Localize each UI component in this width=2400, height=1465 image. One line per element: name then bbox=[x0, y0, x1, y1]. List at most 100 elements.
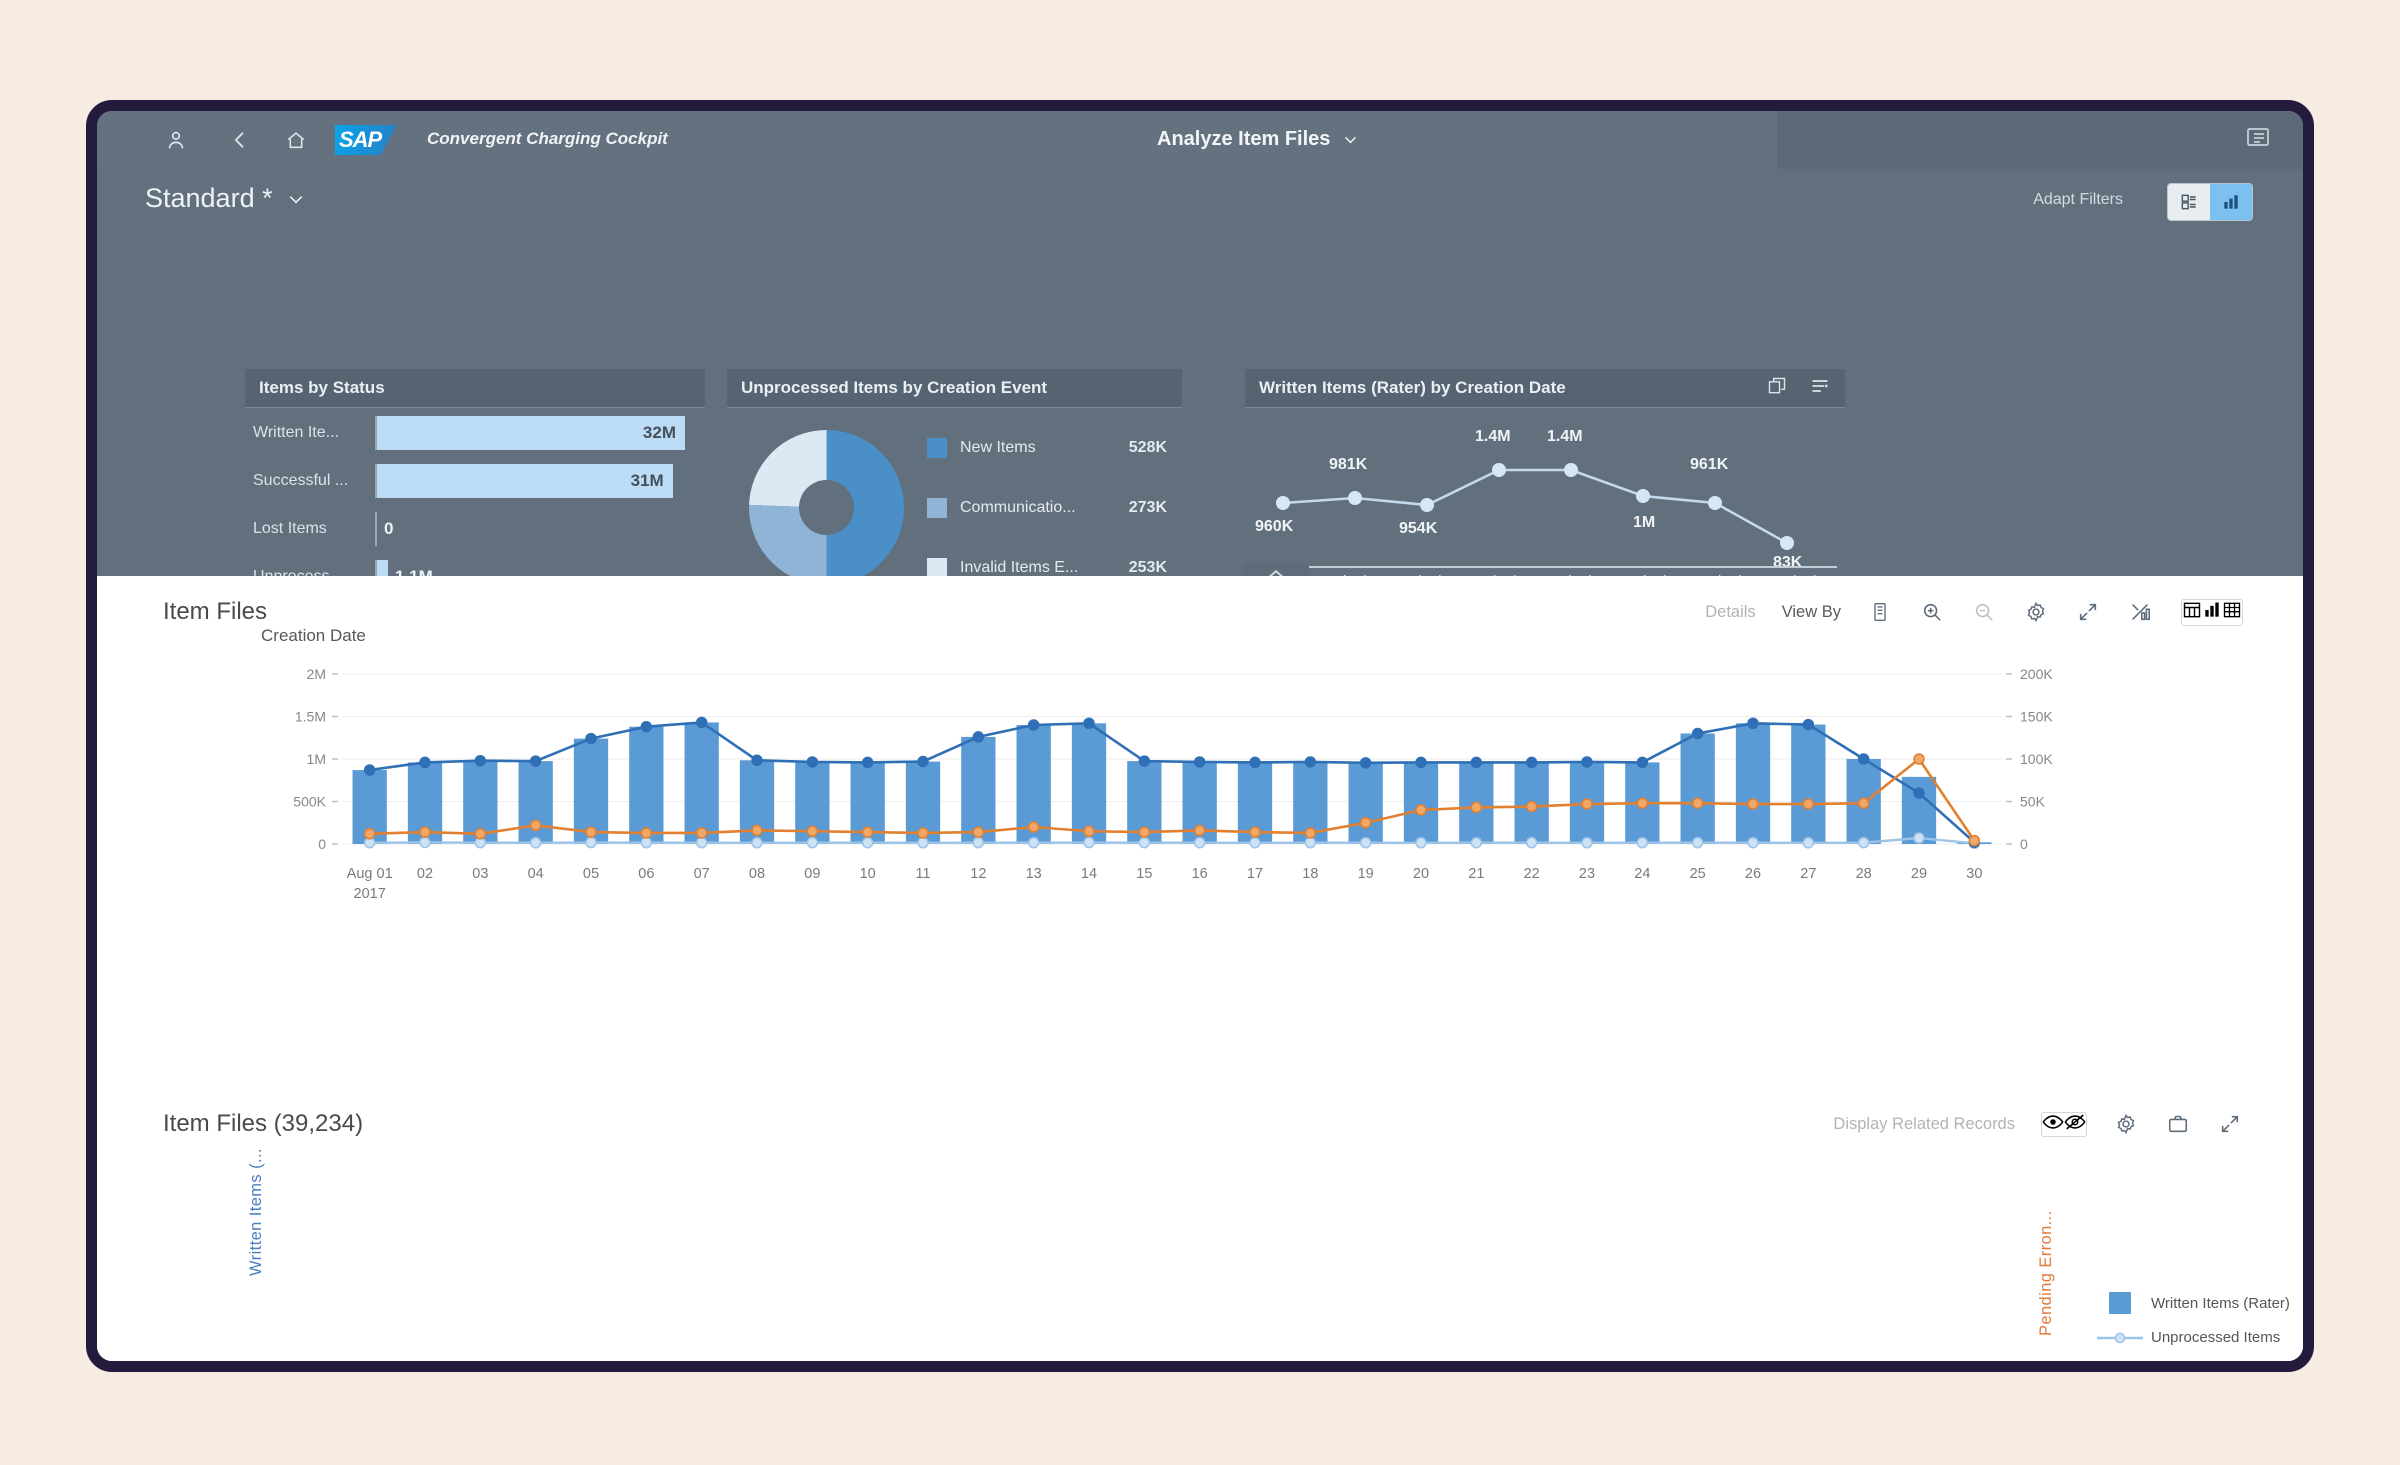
donut-legend-item[interactable]: Communicatio... 273K bbox=[927, 498, 1167, 518]
fullscreen-icon[interactable] bbox=[2075, 599, 2101, 625]
zoom-in-icon[interactable] bbox=[1919, 599, 1945, 625]
adapt-filters-button[interactable]: Adapt Filters bbox=[2033, 191, 2123, 209]
chart-point[interactable] bbox=[806, 825, 819, 837]
chart-point[interactable] bbox=[1138, 836, 1151, 849]
chart-point[interactable] bbox=[1525, 800, 1538, 813]
gear-icon[interactable] bbox=[2023, 599, 2049, 625]
chart-point[interactable] bbox=[1691, 797, 1704, 809]
chart-point[interactable] bbox=[1747, 717, 1759, 730]
chart-point[interactable] bbox=[917, 827, 929, 839]
chart-point[interactable] bbox=[1968, 834, 1981, 847]
chart-point[interactable] bbox=[1857, 753, 1870, 765]
chart-point[interactable] bbox=[585, 826, 597, 838]
chart-point[interactable] bbox=[1304, 756, 1317, 768]
legend-item[interactable]: Written Items (Rater) bbox=[2097, 1292, 2303, 1314]
chart-only-view-toggle[interactable] bbox=[2202, 600, 2222, 625]
chart-point[interactable] bbox=[1747, 798, 1759, 810]
home-icon[interactable] bbox=[279, 125, 313, 155]
chart-point[interactable] bbox=[695, 836, 708, 849]
chart-point[interactable] bbox=[1083, 717, 1095, 730]
chart-point[interactable] bbox=[1027, 719, 1040, 731]
chart-point[interactable] bbox=[1913, 753, 1925, 765]
chart-point[interactable] bbox=[1525, 756, 1538, 769]
eye-icon[interactable] bbox=[2042, 1113, 2064, 1136]
donut-legend-item[interactable]: Invalid Items E... 253K bbox=[927, 558, 1167, 578]
chart-bar[interactable] bbox=[1735, 723, 1771, 844]
chart-bar[interactable] bbox=[684, 722, 719, 844]
chart-point[interactable] bbox=[1913, 832, 1925, 844]
mini-line-chart[interactable] bbox=[1245, 408, 1845, 568]
chart-point[interactable] bbox=[1802, 837, 1815, 849]
zoom-out-icon[interactable] bbox=[1971, 599, 1997, 625]
chart-point[interactable] bbox=[1525, 836, 1538, 849]
chart-bar[interactable] bbox=[1403, 762, 1439, 844]
gear-icon[interactable] bbox=[2113, 1111, 2139, 1137]
chart-bar[interactable] bbox=[629, 726, 664, 844]
chart-point[interactable] bbox=[1138, 755, 1151, 767]
chart-point[interactable] bbox=[1802, 718, 1815, 731]
chart-point[interactable] bbox=[1470, 756, 1483, 769]
chart-point[interactable] bbox=[695, 827, 708, 839]
chart-point[interactable] bbox=[585, 732, 597, 745]
status-bar-row[interactable]: Written Ite... 32M bbox=[245, 416, 685, 450]
chart-point[interactable] bbox=[1249, 756, 1261, 769]
chart-point[interactable] bbox=[861, 826, 874, 838]
chart-point[interactable] bbox=[1636, 756, 1649, 769]
chart-point[interactable] bbox=[1415, 756, 1427, 769]
chart-point[interactable] bbox=[1415, 804, 1427, 816]
chart-point[interactable] bbox=[695, 716, 708, 729]
table-only-view-toggle[interactable] bbox=[2222, 600, 2242, 625]
chart-point[interactable] bbox=[1359, 817, 1372, 829]
chart-point[interactable] bbox=[1581, 837, 1593, 849]
filter-view-toggle[interactable] bbox=[2168, 184, 2210, 220]
chart-point[interactable] bbox=[529, 819, 542, 832]
legend-item[interactable]: Successful Items bbox=[2097, 1361, 2314, 1372]
status-bar-row[interactable]: Lost Items 0 bbox=[245, 512, 685, 546]
chart-bar[interactable] bbox=[1791, 724, 1826, 844]
chart-point[interactable] bbox=[1083, 836, 1095, 849]
chart-point[interactable] bbox=[1470, 801, 1483, 814]
chart-point[interactable] bbox=[585, 836, 597, 849]
chart-point[interactable] bbox=[419, 836, 431, 849]
chart-point[interactable] bbox=[917, 837, 929, 849]
chart-point[interactable] bbox=[1359, 757, 1372, 769]
chart-point[interactable] bbox=[1636, 836, 1649, 849]
chart-point[interactable] bbox=[1193, 836, 1206, 849]
donut-legend-item[interactable]: New Items 528K bbox=[927, 438, 1167, 458]
user-icon[interactable] bbox=[159, 125, 193, 155]
chart-point[interactable] bbox=[363, 828, 376, 840]
item-files-combo-chart[interactable]: 0500K1M1.5M2M050K100K150K200K2017Aug 01 0… bbox=[247, 652, 2127, 912]
chart-bar[interactable] bbox=[518, 761, 553, 844]
chart-point[interactable] bbox=[1581, 756, 1593, 768]
chart-point[interactable] bbox=[751, 824, 763, 837]
chart-point[interactable] bbox=[1193, 756, 1206, 768]
chart-point[interactable] bbox=[972, 826, 985, 838]
chart-table-view-toggle[interactable] bbox=[2182, 600, 2202, 625]
chart-point[interactable] bbox=[751, 754, 763, 767]
donut-chart[interactable] bbox=[749, 430, 904, 585]
chart-point[interactable] bbox=[751, 837, 763, 849]
chart-point[interactable] bbox=[1857, 836, 1870, 849]
chart-point[interactable] bbox=[1083, 825, 1095, 837]
page-title[interactable]: Analyze Item Files bbox=[1157, 128, 1359, 151]
chart-point[interactable] bbox=[1913, 787, 1925, 799]
chart-bar[interactable] bbox=[1348, 762, 1383, 844]
fullscreen-icon[interactable] bbox=[2217, 1111, 2243, 1137]
chart-point[interactable] bbox=[1304, 827, 1317, 839]
legend-item[interactable]: Unprocessed Items bbox=[2097, 1329, 2303, 1346]
chart-point[interactable] bbox=[917, 755, 929, 768]
overflow-icon[interactable] bbox=[2245, 125, 2271, 154]
status-bar-row[interactable]: Successful ... 31M bbox=[245, 464, 685, 498]
chart-point[interactable] bbox=[1193, 824, 1206, 837]
chart-point[interactable] bbox=[1691, 727, 1704, 740]
drill-down-icon[interactable] bbox=[1867, 599, 1893, 625]
chart-point[interactable] bbox=[1249, 826, 1261, 838]
chart-point[interactable] bbox=[806, 756, 819, 768]
chart-point[interactable] bbox=[1415, 837, 1427, 849]
chart-point[interactable] bbox=[1359, 836, 1372, 849]
chart-point[interactable] bbox=[474, 754, 487, 767]
variant-selector[interactable]: Standard * bbox=[145, 183, 306, 214]
chart-point[interactable] bbox=[1470, 836, 1483, 849]
chart-point[interactable] bbox=[419, 756, 431, 769]
chart-point[interactable] bbox=[1138, 826, 1151, 838]
